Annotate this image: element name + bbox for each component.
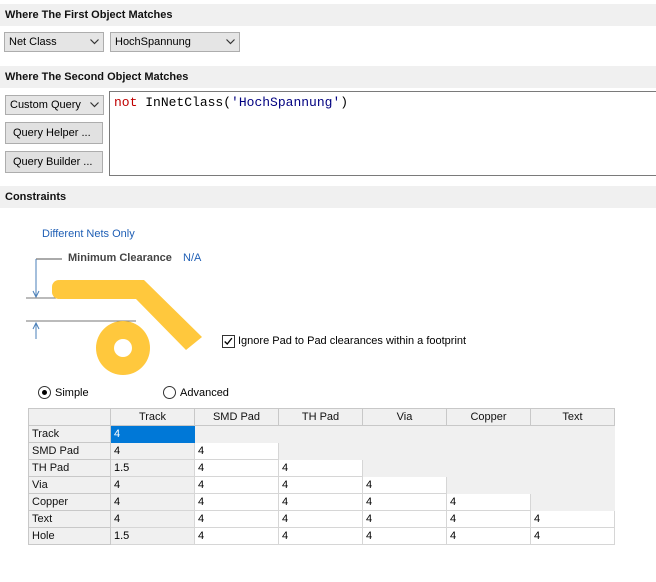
advanced-radio-label: Advanced bbox=[180, 387, 229, 399]
simple-radio[interactable] bbox=[38, 386, 51, 399]
query-string: 'HochSpannung' bbox=[231, 95, 341, 110]
matrix-cell[interactable]: 1.5 bbox=[110, 459, 195, 477]
matrix-cell[interactable]: 4 bbox=[362, 476, 447, 494]
pad-hole bbox=[114, 339, 132, 357]
column-header[interactable]: SMD Pad bbox=[194, 408, 279, 426]
matrix-cell[interactable]: 4 bbox=[362, 510, 447, 528]
query-editor[interactable]: not InNetClass('HochSpannung') bbox=[109, 91, 656, 176]
first-object-type-combo[interactable]: Net Class bbox=[4, 32, 104, 52]
matrix-cell[interactable]: 4 bbox=[278, 476, 363, 494]
ignore-pad-checkbox[interactable] bbox=[222, 335, 235, 348]
matrix-cell-disabled bbox=[446, 476, 531, 494]
query-builder-button[interactable]: Query Builder ... bbox=[5, 151, 103, 173]
advanced-radio[interactable] bbox=[163, 386, 176, 399]
matrix-cell[interactable]: 4 bbox=[194, 442, 279, 460]
matrix-cell[interactable]: 4 bbox=[278, 459, 363, 477]
row-header[interactable]: Track bbox=[28, 425, 111, 443]
matrix-cell[interactable]: 4 bbox=[278, 493, 363, 511]
first-object-value-combo[interactable]: HochSpannung bbox=[110, 32, 240, 52]
row-header[interactable]: Hole bbox=[28, 527, 111, 545]
matrix-cell[interactable]: 4 bbox=[362, 493, 447, 511]
table-row: Copper 4 4 4 4 4 bbox=[28, 493, 615, 511]
radio-selected-dot bbox=[42, 390, 47, 395]
matrix-cell-disabled bbox=[530, 476, 615, 494]
matrix-cell-disabled bbox=[530, 425, 615, 443]
different-nets-link[interactable]: Different Nets Only bbox=[42, 228, 135, 240]
table-row: TH Pad 1.5 4 4 bbox=[28, 459, 615, 477]
chevron-down-icon bbox=[226, 39, 235, 45]
table-row: SMD Pad 4 4 bbox=[28, 442, 615, 460]
matrix-cell-disabled bbox=[362, 425, 447, 443]
table-row: Track 4 bbox=[28, 425, 615, 443]
matrix-cell[interactable]: 4 bbox=[110, 493, 195, 511]
track-end bbox=[52, 280, 66, 299]
row-header[interactable]: SMD Pad bbox=[28, 442, 111, 460]
matrix-cell-disabled bbox=[446, 425, 531, 443]
matrix-cell-disabled bbox=[362, 459, 447, 477]
row-header[interactable]: Copper bbox=[28, 493, 111, 511]
matrix-cell-disabled bbox=[278, 442, 363, 460]
query-helper-button[interactable]: Query Helper ... bbox=[5, 122, 103, 144]
matrix-cell[interactable]: 1.5 bbox=[110, 527, 195, 545]
matrix-cell[interactable]: 4 bbox=[194, 459, 279, 477]
matrix-cell-disabled bbox=[530, 493, 615, 511]
matrix-cell-disabled bbox=[446, 442, 531, 460]
matrix-cell-disabled bbox=[530, 459, 615, 477]
matrix-cell[interactable]: 4 bbox=[278, 510, 363, 528]
matrix-cell-disabled bbox=[446, 459, 531, 477]
matrix-cell[interactable]: 4 bbox=[278, 527, 363, 545]
clearance-matrix: Track SMD Pad TH Pad Via Copper Text Tra… bbox=[28, 408, 615, 545]
column-header[interactable]: Copper bbox=[446, 408, 531, 426]
row-header[interactable]: TH Pad bbox=[28, 459, 111, 477]
matrix-cell[interactable]: 4 bbox=[530, 527, 615, 545]
second-object-header: Where The Second Object Matches bbox=[0, 66, 656, 88]
matrix-cell[interactable]: 4 bbox=[194, 476, 279, 494]
matrix-cell[interactable]: 4 bbox=[362, 527, 447, 545]
matrix-cell[interactable]: 4 bbox=[194, 527, 279, 545]
matrix-header-row: Track SMD Pad TH Pad Via Copper Text bbox=[28, 408, 615, 426]
constraints-header: Constraints bbox=[0, 186, 656, 208]
column-header[interactable]: TH Pad bbox=[278, 408, 363, 426]
checkmark-icon bbox=[224, 337, 233, 346]
simple-radio-label: Simple bbox=[55, 387, 89, 399]
matrix-cell[interactable]: 4 bbox=[110, 476, 195, 494]
clearance-diagram bbox=[26, 258, 202, 375]
chevron-down-icon bbox=[90, 102, 99, 108]
query-function: InNetClass( bbox=[145, 95, 232, 110]
matrix-cell-disabled bbox=[194, 425, 279, 443]
table-row: Hole 1.5 4 4 4 4 4 bbox=[28, 527, 615, 545]
column-header[interactable]: Text bbox=[530, 408, 615, 426]
table-row: Text 4 4 4 4 4 4 bbox=[28, 510, 615, 528]
second-object-type-combo[interactable]: Custom Query bbox=[5, 95, 104, 115]
matrix-cell[interactable]: 4 bbox=[194, 493, 279, 511]
row-header[interactable]: Text bbox=[28, 510, 111, 528]
row-header[interactable]: Via bbox=[28, 476, 111, 494]
first-object-value: HochSpannung bbox=[115, 36, 191, 48]
matrix-cell[interactable]: 4 bbox=[446, 493, 531, 511]
query-keyword: not bbox=[114, 95, 138, 110]
matrix-cell[interactable]: 4 bbox=[110, 425, 195, 443]
column-header[interactable]: Track bbox=[110, 408, 195, 426]
second-object-type-value: Custom Query bbox=[10, 99, 81, 111]
matrix-cell[interactable]: 4 bbox=[446, 510, 531, 528]
first-object-type-value: Net Class bbox=[9, 36, 57, 48]
matrix-cell[interactable]: 4 bbox=[110, 442, 195, 460]
matrix-cell[interactable]: 4 bbox=[446, 527, 531, 545]
matrix-cell[interactable]: 4 bbox=[194, 510, 279, 528]
column-header[interactable]: Via bbox=[362, 408, 447, 426]
chevron-down-icon bbox=[90, 39, 99, 45]
ignore-pad-label: Ignore Pad to Pad clearances within a fo… bbox=[238, 335, 467, 347]
matrix-cell[interactable]: 4 bbox=[110, 510, 195, 528]
first-object-header: Where The First Object Matches bbox=[0, 4, 656, 26]
matrix-cell-disabled bbox=[362, 442, 447, 460]
matrix-corner bbox=[28, 408, 111, 426]
matrix-cell[interactable]: 4 bbox=[530, 510, 615, 528]
table-row: Via 4 4 4 4 bbox=[28, 476, 615, 494]
matrix-cell-disabled bbox=[278, 425, 363, 443]
matrix-cell-disabled bbox=[530, 442, 615, 460]
query-close-paren: ) bbox=[340, 95, 349, 110]
